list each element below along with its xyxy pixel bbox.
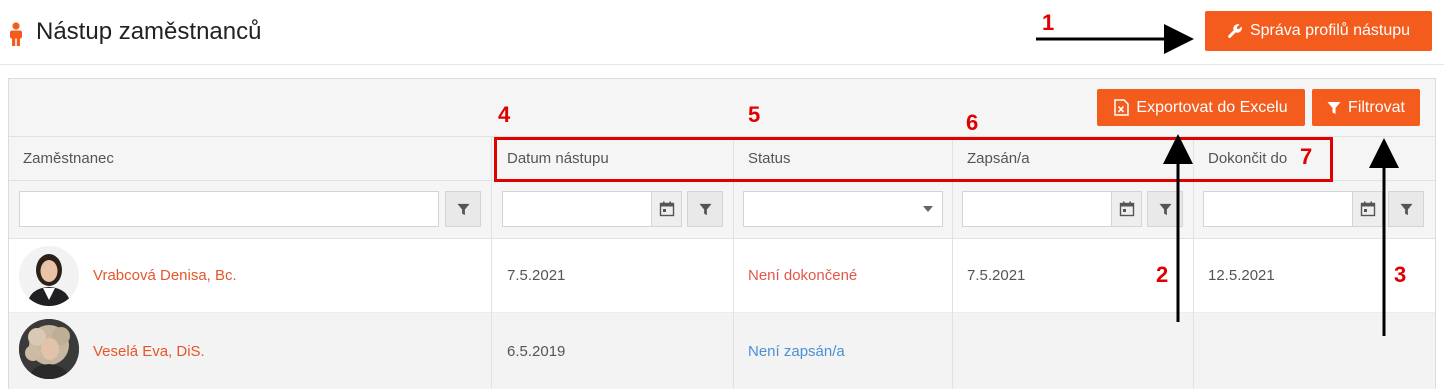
annotation-label: 1 — [1042, 10, 1055, 35]
annotation-label: 2 — [1156, 262, 1169, 287]
annotation-label: 3 — [1394, 262, 1407, 287]
annotation-arrows — [1036, 24, 1399, 336]
annotation-label: 5 — [748, 102, 761, 127]
annotation-label: 4 — [498, 102, 511, 127]
annotation-label: 6 — [966, 110, 979, 135]
annotation-label: 7 — [1300, 144, 1313, 169]
